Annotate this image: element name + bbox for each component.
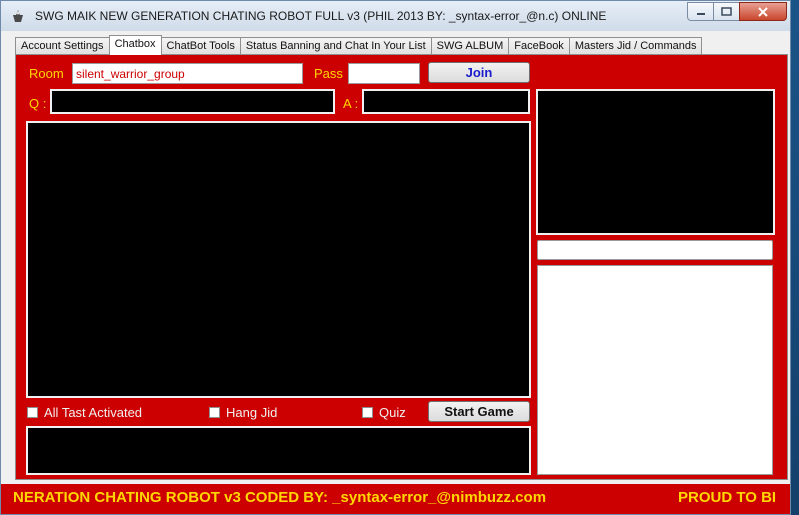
- pass-label: Pass: [314, 66, 343, 81]
- tab-chatbox[interactable]: Chatbox: [108, 35, 162, 55]
- all-tast-activated-checkbox[interactable]: All Tast Activated: [27, 405, 142, 420]
- window-title: SWG MAIK NEW GENERATION CHATING ROBOT FU…: [35, 9, 607, 23]
- message-input[interactable]: [26, 426, 531, 475]
- title-bar[interactable]: SWG MAIK NEW GENERATION CHATING ROBOT FU…: [1, 1, 790, 31]
- hang-jid-checkbox[interactable]: Hang Jid: [209, 405, 277, 420]
- checkbox-box[interactable]: [209, 407, 220, 418]
- checkbox-box[interactable]: [27, 407, 38, 418]
- user-list[interactable]: [537, 265, 773, 475]
- join-button[interactable]: Join: [428, 62, 530, 83]
- pass-input[interactable]: [348, 63, 420, 84]
- room-input[interactable]: [72, 63, 303, 84]
- hang-jid-label: Hang Jid: [226, 405, 278, 420]
- tab-facebook[interactable]: FaceBook: [508, 37, 570, 54]
- tab-account-settings[interactable]: Account Settings: [15, 37, 110, 54]
- start-game-button[interactable]: Start Game: [428, 401, 530, 422]
- tab-swg-album[interactable]: SWG ALBUM: [430, 37, 510, 54]
- marquee-text-right: PROUD TO BI: [678, 489, 777, 506]
- maximize-button[interactable]: [713, 2, 740, 21]
- tab-masters-jid-commands[interactable]: Masters Jid / Commands: [568, 37, 703, 54]
- quiz-label: Quiz: [379, 405, 406, 420]
- close-icon: [758, 6, 768, 17]
- marquee-banner: NERATION CHATING ROBOT v3 CODED BY: _syn…: [1, 484, 790, 514]
- all-tast-activated-label: All Tast Activated: [44, 405, 143, 420]
- answer-input[interactable]: [362, 89, 530, 114]
- minimize-icon: [696, 12, 705, 15]
- question-input[interactable]: [50, 89, 335, 114]
- robot-app-icon: [13, 10, 23, 22]
- status-input[interactable]: [537, 240, 773, 260]
- maximize-icon: [721, 7, 732, 16]
- checkbox-box[interactable]: [362, 407, 373, 418]
- marquee-text-left: NERATION CHATING ROBOT v3 CODED BY: _syn…: [13, 489, 547, 506]
- close-button[interactable]: [739, 2, 787, 21]
- quiz-checkbox[interactable]: Quiz: [362, 405, 406, 420]
- chatbox-panel: Room Pass Join Q : A : All Tast Activate…: [15, 54, 788, 480]
- avatar-preview-box: [536, 89, 775, 235]
- tab-chatbot-tools[interactable]: ChatBot Tools: [160, 37, 241, 54]
- answer-label: A :: [343, 96, 359, 111]
- question-label: Q :: [29, 96, 47, 111]
- chat-log-area[interactable]: [26, 121, 531, 398]
- app-window: SWG MAIK NEW GENERATION CHATING ROBOT FU…: [0, 0, 791, 515]
- tab-strip: Account Settings Chatbox ChatBot Tools S…: [15, 35, 703, 55]
- tab-status-banning[interactable]: Status Banning and Chat In Your List: [239, 37, 432, 54]
- minimize-button[interactable]: [687, 2, 714, 21]
- room-label: Room: [29, 66, 64, 81]
